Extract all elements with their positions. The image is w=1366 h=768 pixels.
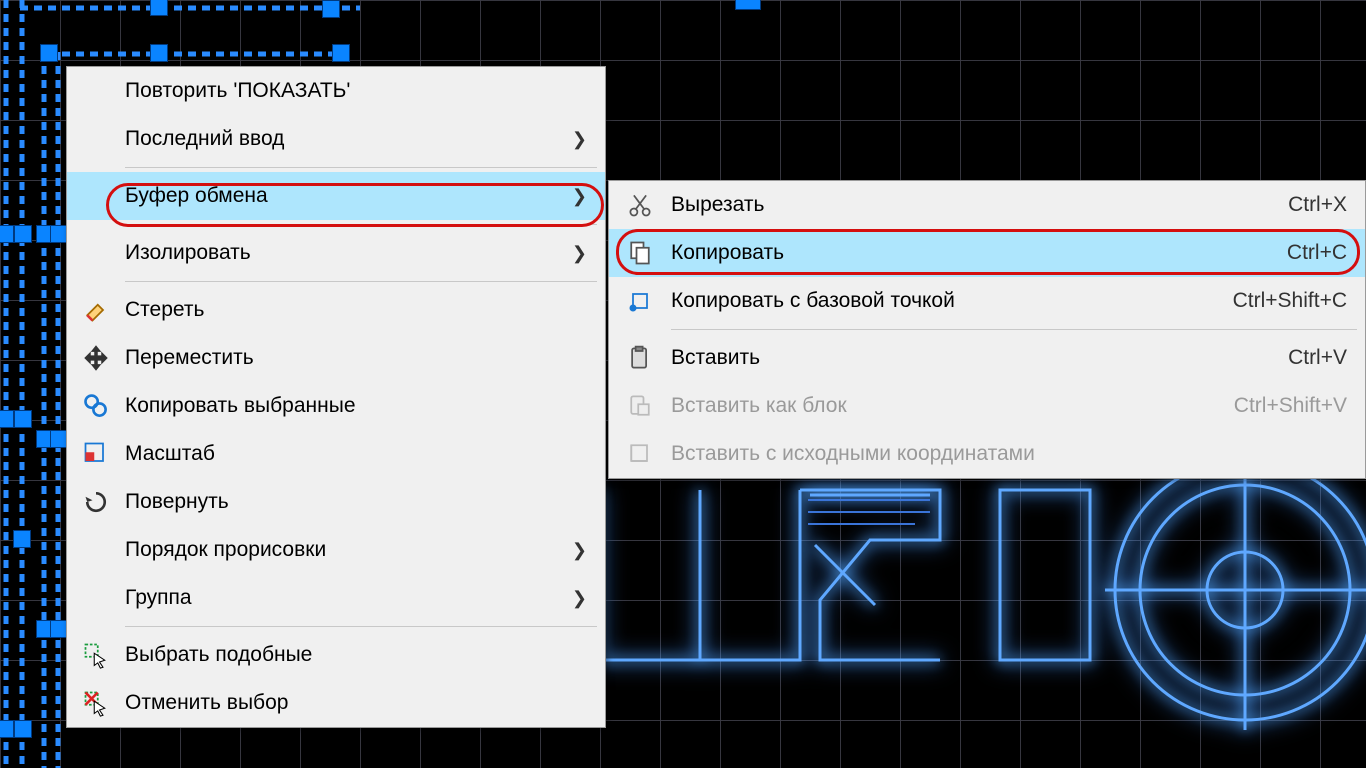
submenu-paste[interactable]: Вставить Ctrl+V xyxy=(609,334,1365,382)
submenu-paste-shortcut: Ctrl+V xyxy=(1288,346,1347,370)
grip[interactable] xyxy=(14,225,32,243)
menu-isolate-label: Изолировать xyxy=(125,241,567,265)
submenu-copybase-label: Копировать с базовой точкой xyxy=(671,289,1233,313)
submenu-cut-label: Вырезать xyxy=(671,193,1288,217)
menu-scale-label: Масштаб xyxy=(125,442,567,466)
menu-move[interactable]: Переместить xyxy=(67,334,605,382)
submenu-arrow-icon: ❯ xyxy=(567,129,587,150)
paste-icon xyxy=(609,344,671,372)
menu-repeat[interactable]: Повторить 'ПОКАЗАТЬ' xyxy=(67,67,605,115)
cut-icon xyxy=(609,191,671,219)
grip[interactable] xyxy=(322,0,340,18)
paste-origcoords-icon xyxy=(609,440,671,468)
submenu-paste-label: Вставить xyxy=(671,346,1288,370)
menu-scale[interactable]: Масштаб xyxy=(67,430,605,478)
menu-deselect-label: Отменить выбор xyxy=(125,691,567,715)
grip[interactable] xyxy=(332,44,350,62)
grip[interactable] xyxy=(150,0,168,16)
paste-block-icon xyxy=(609,392,671,420)
submenu-pasteblock-shortcut: Ctrl+Shift+V xyxy=(1234,394,1347,418)
menu-separator xyxy=(125,281,597,282)
grip[interactable] xyxy=(0,225,14,243)
submenu-arrow-icon: ❯ xyxy=(567,588,587,609)
menu-isolate[interactable]: Изолировать ❯ xyxy=(67,229,605,277)
menu-recent-input[interactable]: Последний ввод ❯ xyxy=(67,115,605,163)
menu-separator xyxy=(125,167,597,168)
menu-separator xyxy=(125,224,597,225)
submenu-paste-block[interactable]: Вставить как блок Ctrl+Shift+V xyxy=(609,382,1365,430)
menu-clipboard-label: Буфер обмена xyxy=(125,184,567,208)
menu-selectsimilar-label: Выбрать подобные xyxy=(125,643,567,667)
menu-draworder-label: Порядок прорисовки xyxy=(125,538,567,562)
menu-move-label: Переместить xyxy=(125,346,567,370)
grip[interactable] xyxy=(735,0,761,10)
scale-icon xyxy=(67,440,125,468)
menu-separator xyxy=(125,626,597,627)
context-menu: Повторить 'ПОКАЗАТЬ' Последний ввод ❯ Бу… xyxy=(66,66,606,728)
menu-rotate-label: Повернуть xyxy=(125,490,567,514)
grip[interactable] xyxy=(40,44,58,62)
copy-basepoint-icon xyxy=(609,287,671,315)
menu-repeat-label: Повторить 'ПОКАЗАТЬ' xyxy=(125,79,567,103)
menu-rotate[interactable]: Повернуть xyxy=(67,478,605,526)
menu-erase-label: Стереть xyxy=(125,298,567,322)
submenu-separator xyxy=(671,329,1357,330)
rotate-icon xyxy=(67,488,125,516)
grip[interactable] xyxy=(0,720,14,738)
select-similar-icon xyxy=(67,641,125,669)
clipboard-submenu: Вырезать Ctrl+X Копировать Ctrl+C Копиро… xyxy=(608,180,1366,479)
menu-deselect[interactable]: Отменить выбор xyxy=(67,679,605,727)
grip[interactable] xyxy=(14,410,32,428)
menu-group-label: Группа xyxy=(125,586,567,610)
menu-copy-selection[interactable]: Копировать выбранные xyxy=(67,382,605,430)
menu-group[interactable]: Группа ❯ xyxy=(67,574,605,622)
erase-icon xyxy=(67,296,125,324)
menu-erase[interactable]: Стереть xyxy=(67,286,605,334)
grip[interactable] xyxy=(14,720,32,738)
submenu-pasteorig-label: Вставить с исходными координатами xyxy=(671,442,1347,466)
deselect-icon xyxy=(67,689,125,717)
submenu-paste-orig[interactable]: Вставить с исходными координатами xyxy=(609,430,1365,478)
submenu-copy-shortcut: Ctrl+C xyxy=(1287,241,1347,265)
menu-recent-label: Последний ввод xyxy=(125,127,567,151)
copy-icon xyxy=(609,239,671,267)
submenu-arrow-icon: ❯ xyxy=(567,186,587,207)
grip[interactable] xyxy=(0,410,14,428)
menu-clipboard[interactable]: Буфер обмена ❯ xyxy=(67,172,605,220)
grip[interactable] xyxy=(150,44,168,62)
menu-draw-order[interactable]: Порядок прорисовки ❯ xyxy=(67,526,605,574)
submenu-copy-base[interactable]: Копировать с базовой точкой Ctrl+Shift+C xyxy=(609,277,1365,325)
grip[interactable] xyxy=(13,530,31,548)
submenu-cut[interactable]: Вырезать Ctrl+X xyxy=(609,181,1365,229)
submenu-copybase-shortcut: Ctrl+Shift+C xyxy=(1233,289,1347,313)
move-icon xyxy=(67,344,125,372)
submenu-cut-shortcut: Ctrl+X xyxy=(1288,193,1347,217)
menu-copysel-label: Копировать выбранные xyxy=(125,394,567,418)
copy-selection-icon xyxy=(67,392,125,420)
submenu-arrow-icon: ❯ xyxy=(567,243,587,264)
submenu-pasteblock-label: Вставить как блок xyxy=(671,394,1234,418)
submenu-copy-label: Копировать xyxy=(671,241,1287,265)
submenu-copy[interactable]: Копировать Ctrl+C xyxy=(609,229,1365,277)
menu-select-similar[interactable]: Выбрать подобные xyxy=(67,631,605,679)
submenu-arrow-icon: ❯ xyxy=(567,540,587,561)
